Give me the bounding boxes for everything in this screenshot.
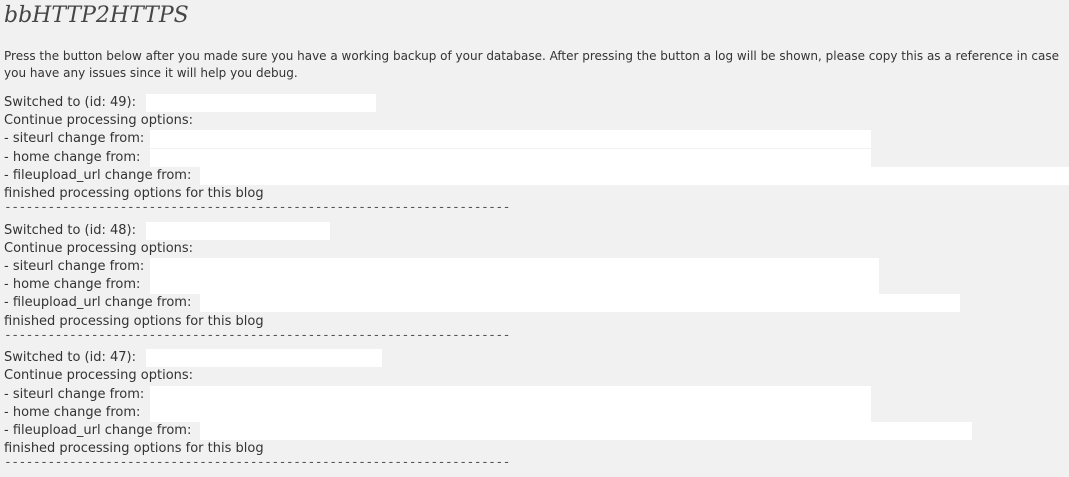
log-line-siteurl: - siteurl change from: bbox=[0, 130, 1069, 149]
log-text: Switched to (id: 47): bbox=[4, 350, 136, 366]
log-line-finished: finished processing options for this blo… bbox=[0, 313, 1069, 331]
log-line-home: - home change from: bbox=[0, 276, 1069, 295]
log-text: - siteurl change from: bbox=[4, 131, 145, 147]
log-line-finished: finished processing options for this blo… bbox=[0, 185, 1069, 203]
log-line-switched: Switched to (id: 48): bbox=[0, 221, 1069, 240]
redacted-value bbox=[150, 385, 871, 404]
log-text: - fileupload_url change from: bbox=[4, 167, 192, 183]
log-line-switched: Switched to (id: 49): bbox=[0, 94, 1069, 112]
log-line-finished: finished processing options for this blo… bbox=[0, 440, 1069, 458]
log-text: finished processing options for this blo… bbox=[4, 441, 264, 457]
log-text: - siteurl change from: bbox=[4, 258, 145, 274]
log-line-continue: Continue processing options: bbox=[0, 367, 1069, 385]
log-text: finished processing options for this blo… bbox=[4, 185, 264, 201]
log-text: - siteurl change from: bbox=[4, 386, 145, 402]
log-text: finished processing options for this blo… bbox=[4, 313, 264, 329]
log-separator: ----------------------------------------… bbox=[4, 200, 510, 216]
log-line-fileupload: - fileupload_url change from: bbox=[0, 166, 1069, 185]
log-text: - home change from: bbox=[4, 149, 141, 165]
log-line-siteurl: - siteurl change from: bbox=[0, 385, 1069, 404]
log-line-continue: Continue processing options: bbox=[0, 240, 1069, 258]
redacted-value bbox=[146, 349, 382, 368]
log-text: - home change from: bbox=[4, 277, 141, 293]
redacted-value bbox=[150, 148, 871, 167]
log-text: Continue processing options: bbox=[4, 368, 194, 384]
log-text: Switched to (id: 49): bbox=[4, 95, 136, 110]
log-text: Continue processing options: bbox=[4, 113, 194, 129]
log-text: - fileupload_url change from: bbox=[4, 422, 192, 438]
log-separator: ----------------------------------------… bbox=[4, 455, 510, 471]
log-text: Continue processing options: bbox=[4, 240, 194, 256]
log-line-siteurl: - siteurl change from: bbox=[0, 257, 1069, 276]
redacted-value bbox=[200, 421, 972, 440]
log-text: Switched to (id: 48): bbox=[4, 222, 136, 238]
redacted-value bbox=[200, 166, 1069, 185]
page-title: bbHTTP2HTTPS bbox=[4, 3, 189, 28]
redacted-value bbox=[146, 94, 376, 112]
log-line-switched: Switched to (id: 47): bbox=[0, 349, 1069, 368]
redacted-value bbox=[150, 257, 879, 276]
redacted-value bbox=[150, 130, 871, 149]
log-line-fileupload: - fileupload_url change from: bbox=[0, 294, 1069, 313]
log-block-47: Switched to (id: 47): Continue processin… bbox=[0, 349, 1069, 477]
log-line-home: - home change from: bbox=[0, 148, 1069, 167]
log-line-home: - home change from: bbox=[0, 403, 1069, 422]
log-block-49: Switched to (id: 49): Continue processin… bbox=[0, 94, 1069, 222]
redacted-value bbox=[150, 403, 871, 422]
log-line-fileupload: - fileupload_url change from: bbox=[0, 421, 1069, 440]
log-text: - fileupload_url change from: bbox=[4, 295, 192, 311]
migration-log: Switched to (id: 49): Continue processin… bbox=[0, 94, 1069, 477]
log-separator: ----------------------------------------… bbox=[4, 327, 510, 343]
log-block-48: Switched to (id: 48): Continue processin… bbox=[0, 221, 1069, 350]
redacted-value bbox=[146, 221, 330, 240]
redacted-value bbox=[200, 294, 960, 313]
log-text: - home change from: bbox=[4, 404, 141, 420]
intro-text: Press the button below after you made su… bbox=[4, 49, 1059, 80]
log-line-continue: Continue processing options: bbox=[0, 112, 1069, 130]
redacted-value bbox=[150, 276, 879, 295]
